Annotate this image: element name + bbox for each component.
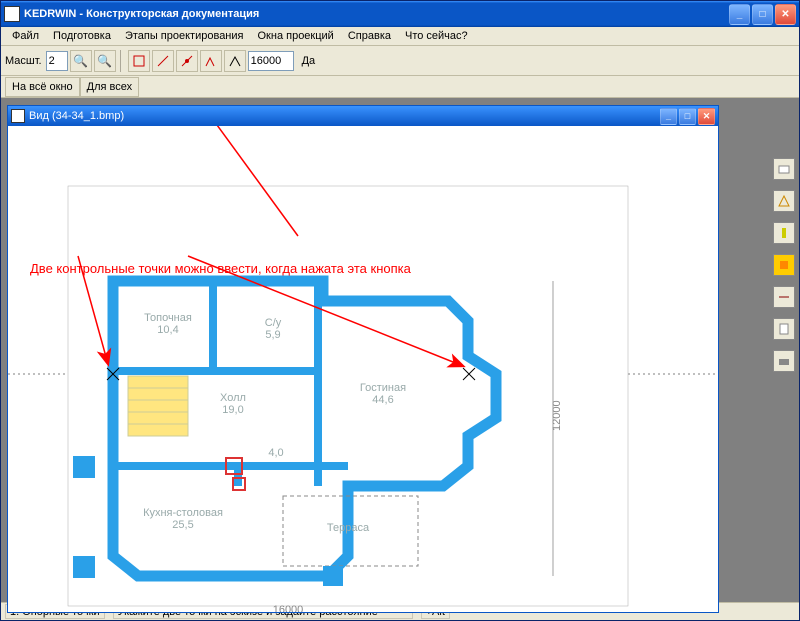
room-2-name: Холл: [220, 392, 246, 404]
child-titlebar: Вид (34-34_1.bmp) _ □ ✕: [8, 106, 718, 126]
scale-label: Масшт.: [5, 55, 42, 67]
room-1-name: С/у: [265, 317, 282, 329]
room-1-area: 5,9: [265, 329, 280, 341]
child-minimize-button[interactable]: _: [660, 108, 677, 125]
scale-input[interactable]: [46, 51, 68, 71]
child-maximize-button[interactable]: □: [679, 108, 696, 125]
main-window: KEDRWIN - Конструкторская документация _…: [0, 0, 800, 621]
child-close-button[interactable]: ✕: [698, 108, 715, 125]
dim-width: 16000: [273, 604, 304, 612]
tool-control-points[interactable]: [224, 50, 246, 72]
room-5-area: 25,5: [172, 519, 193, 531]
room-2-area: 19,0: [222, 404, 243, 416]
mdi-area: Вид (34-34_1.bmp) _ □ ✕: [1, 98, 799, 602]
room-0-area: 10,4: [157, 324, 178, 336]
menu-whatnow[interactable]: Что сейчас?: [398, 28, 475, 44]
drawing-canvas[interactable]: 16000 12000 Топочная 10,4 С/у 5,9 Холл 1…: [8, 126, 718, 612]
menu-windows[interactable]: Окна проекций: [251, 28, 341, 44]
room-3-name: Гостиная: [360, 382, 406, 394]
menubar: Файл Подготовка Этапы проектирования Окн…: [1, 27, 799, 46]
dim-height: 12000: [551, 400, 563, 431]
room-5-name: Кухня-столовая: [143, 507, 223, 519]
palette-info-icon[interactable]: [773, 222, 795, 244]
maximize-button[interactable]: □: [752, 4, 773, 25]
child-icon: [11, 109, 25, 123]
for-all-button[interactable]: Для всех: [80, 77, 139, 97]
toolbar-main: Масшт. 🔍 🔍 Да: [1, 46, 799, 76]
mdi-child: Вид (34-34_1.bmp) _ □ ✕: [7, 105, 719, 613]
palette-view-icon[interactable]: [773, 190, 795, 212]
palette-print-icon[interactable]: [773, 350, 795, 372]
tool-3[interactable]: [176, 50, 198, 72]
annotation-text: Две контрольные точки можно ввести, когд…: [30, 261, 411, 276]
minimize-button[interactable]: _: [729, 4, 750, 25]
fit-window-button[interactable]: На всё окно: [5, 77, 80, 97]
window-title: KEDRWIN - Конструкторская документация: [24, 8, 729, 20]
child-title: Вид (34-34_1.bmp): [29, 110, 660, 122]
separator-icon: [120, 50, 124, 72]
palette-color-icon[interactable]: [773, 254, 795, 276]
toolbar-fit: На всё окно Для всех: [1, 76, 799, 98]
app-icon: [4, 6, 20, 22]
room-0-name: Топочная: [144, 312, 192, 324]
floor-plan: 16000 12000 Топочная 10,4 С/у 5,9 Холл 1…: [8, 126, 718, 612]
close-button[interactable]: ✕: [775, 4, 796, 25]
distance-input[interactable]: [248, 51, 294, 71]
tool-1[interactable]: [128, 50, 150, 72]
tool-2[interactable]: [152, 50, 174, 72]
zoom-out-button[interactable]: 🔍: [94, 50, 116, 72]
palette-dim-icon[interactable]: [773, 286, 795, 308]
room-3-area: 44,6: [372, 394, 393, 406]
room-6-name: Терраса: [327, 522, 370, 534]
main-titlebar: KEDRWIN - Конструкторская документация _…: [1, 1, 799, 27]
tool-palette: [773, 158, 797, 372]
tool-4[interactable]: [200, 50, 222, 72]
menu-file[interactable]: Файл: [5, 28, 46, 44]
menu-prep[interactable]: Подготовка: [46, 28, 118, 44]
room-4-area: 4,0: [268, 447, 283, 459]
palette-doc-icon[interactable]: [773, 318, 795, 340]
apply-button[interactable]: Да: [296, 55, 322, 67]
menu-help[interactable]: Справка: [341, 28, 398, 44]
palette-layer-icon[interactable]: [773, 158, 795, 180]
zoom-in-button[interactable]: 🔍: [70, 50, 92, 72]
menu-stages[interactable]: Этапы проектирования: [118, 28, 251, 44]
